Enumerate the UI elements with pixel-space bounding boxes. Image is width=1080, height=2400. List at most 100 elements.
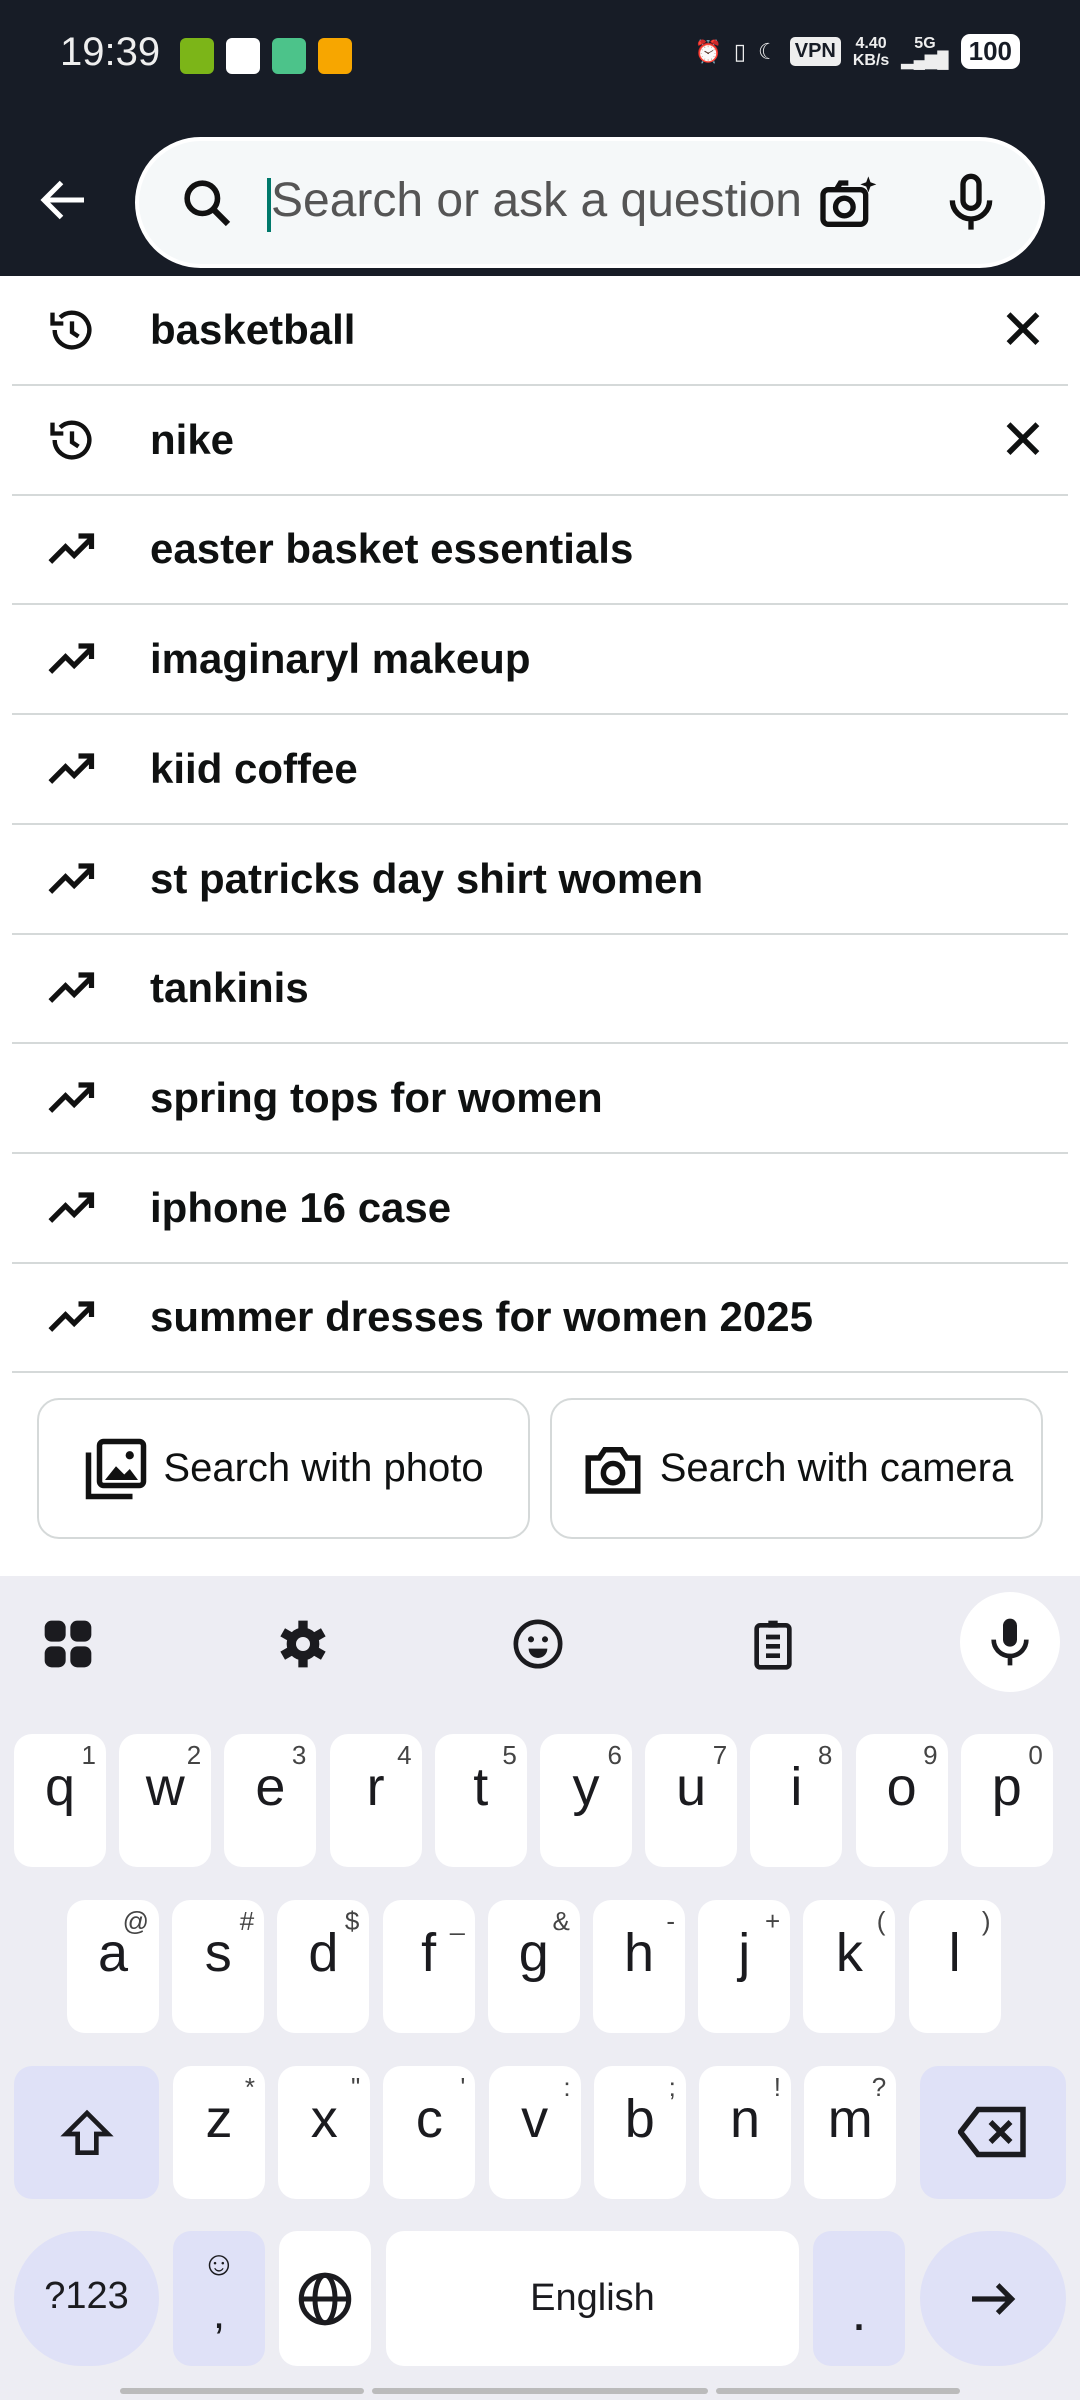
key-a[interactable]: a @ [67, 1900, 159, 2033]
search-with-photo-button[interactable]: Search with photo [37, 1398, 530, 1539]
app-notification-icon [180, 38, 214, 74]
key-o[interactable]: o9 [855, 1734, 948, 1867]
key-hint: 0 [1028, 1740, 1043, 1770]
emoji-small-icon: ☺ [201, 2245, 237, 2283]
key-h[interactable]: h- [593, 1900, 685, 2033]
key-y[interactable]: y6 [540, 1734, 632, 1867]
back-button[interactable] [34, 170, 94, 230]
nav-handle [372, 2388, 708, 2394]
suggestion-text: kiid coffee [150, 744, 358, 792]
suggestion-icon [12, 633, 132, 685]
key-hint: @ [122, 1906, 149, 1936]
key-w[interactable]: w2 [119, 1734, 212, 1867]
suggestion-text: nike [150, 415, 235, 463]
shift-icon [59, 2109, 114, 2155]
enter-key[interactable] [920, 2231, 1066, 2366]
search-bar[interactable]: Search or ask a question [135, 137, 1045, 268]
key-hint: 1 [81, 1740, 96, 1770]
history-icon [50, 310, 92, 350]
key-d[interactable]: d $ [277, 1900, 370, 2033]
apps-grid-icon[interactable] [40, 1616, 96, 1672]
suggestion-item[interactable]: kiid coffee [12, 715, 1068, 825]
suggestion-item[interactable]: iphone 16 case [12, 1154, 1068, 1264]
photo-gallery-icon [86, 1438, 147, 1499]
remove-history-button[interactable]: ✕ [978, 297, 1068, 363]
key-hint: 9 [923, 1740, 938, 1770]
key-hint: ! [773, 2072, 781, 2102]
space-key[interactable]: English [386, 2231, 799, 2366]
key-r[interactable]: r4 [329, 1734, 422, 1867]
key-s[interactable]: s # [172, 1900, 265, 2033]
key-n[interactable]: n! [699, 2066, 791, 2199]
key-hint: + [765, 1906, 781, 1936]
key-z[interactable]: z * [173, 2066, 265, 2199]
backspace-key[interactable] [920, 2066, 1066, 2199]
suggestion-item[interactable]: summer dresses for women 2025 [12, 1263, 1068, 1374]
key-l[interactable]: l) [908, 1900, 1001, 2033]
search-with-camera-button[interactable]: Search with camera [550, 1398, 1043, 1539]
enter-arrow-icon [972, 2283, 1016, 2315]
search-icon [184, 180, 231, 227]
suggestion-item[interactable]: st patricks day shirt women [12, 825, 1068, 935]
key-e[interactable]: e3 [224, 1734, 317, 1867]
emoji-icon[interactable] [510, 1616, 566, 1672]
suggestion-text: iphone 16 case [150, 1183, 452, 1231]
key-label: , [212, 2289, 226, 2338]
suggestion-text: st patricks day shirt women [150, 854, 704, 902]
key-v[interactable]: v: [488, 2066, 581, 2199]
comma-key[interactable]: ☺, [173, 2231, 265, 2366]
suggestion-item[interactable]: easter basket essentials [12, 495, 1068, 606]
arrow-left-icon [40, 180, 84, 220]
language-key[interactable] [279, 2231, 371, 2366]
key-m[interactable]: m? [804, 2066, 897, 2199]
settings-gear-icon[interactable] [275, 1616, 331, 1672]
shift-key[interactable] [14, 2066, 159, 2199]
search-input[interactable]: Search or ask a question [271, 173, 802, 228]
trending-icon [48, 533, 95, 565]
suggestion-item[interactable]: imaginaryl makeup [12, 605, 1068, 716]
key-hint: 5 [502, 1740, 517, 1770]
trending-icon [48, 1082, 95, 1113]
suggestion-item[interactable]: tankinis [12, 934, 1068, 1045]
symbols-key[interactable]: ?123 [14, 2231, 159, 2366]
key-t[interactable]: t5 [434, 1734, 527, 1867]
suggestion-icon [12, 743, 132, 795]
key-c[interactable]: c ' [383, 2066, 476, 2199]
key-j[interactable]: j + [698, 1900, 791, 2033]
vibrate-icon: ▯ [733, 38, 747, 64]
key-i[interactable]: i8 [750, 1734, 843, 1867]
suggestion-text: spring tops for women [150, 1073, 603, 1121]
key-hint: - [666, 1906, 675, 1936]
dnd-moon-icon: ☾ [758, 38, 778, 64]
key-hint: & [552, 1906, 570, 1936]
key-k[interactable]: k( [803, 1900, 896, 2033]
key-q[interactable]: q1 [14, 1734, 106, 1867]
suggestion-text: easter basket essentials [150, 525, 634, 573]
period-key[interactable]: . [813, 2231, 905, 2366]
status-bar: 19:39 ⏰ ▯ ☾ VPN 4.40 KB/s 5G ▂▄▆█ 100 [0, 0, 1080, 110]
suggestion-text: basketball [150, 306, 356, 353]
key-f[interactable]: f _ [382, 1900, 475, 2033]
suggestion-item[interactable]: basketball ✕ [12, 276, 1068, 386]
key-b[interactable]: b; [593, 2066, 686, 2199]
nav-handle [716, 2388, 960, 2394]
voice-input-button[interactable] [960, 1592, 1060, 1692]
battery-icon: 100 [960, 34, 1020, 69]
key-p[interactable]: p0 [960, 1734, 1053, 1867]
suggestion-item[interactable]: nike ✕ [12, 386, 1068, 496]
app-notification-icon [226, 38, 260, 74]
camera-lens-icon[interactable] [815, 171, 879, 235]
trending-icon [48, 643, 95, 674]
clipboard-icon[interactable] [745, 1616, 801, 1672]
key-g[interactable]: g & [487, 1900, 580, 2033]
remove-history-button[interactable]: ✕ [978, 407, 1068, 473]
trending-icon [48, 972, 95, 1004]
key-u[interactable]: u7 [645, 1734, 738, 1867]
key-hint: ( [876, 1906, 886, 1936]
key-hint: : [563, 2072, 571, 2102]
key-x[interactable]: x " [278, 2066, 371, 2199]
microphone-icon[interactable] [939, 171, 1003, 235]
microphone-icon [991, 1618, 1029, 1666]
usb-icon [272, 38, 306, 74]
suggestion-item[interactable]: spring tops for women [12, 1044, 1068, 1154]
